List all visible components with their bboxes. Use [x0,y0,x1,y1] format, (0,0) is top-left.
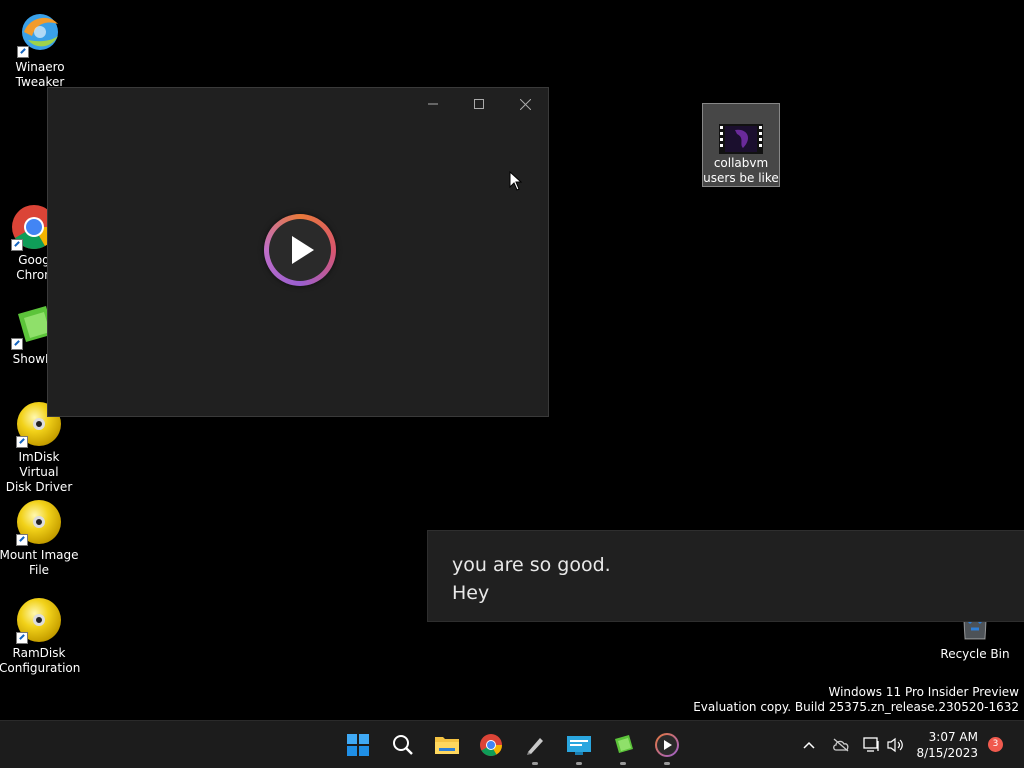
network-icon [863,737,879,752]
taskbar: 3:07 AM 8/15/2023 3 [0,720,1024,768]
maximize-button[interactable] [456,88,502,120]
close-button[interactable] [502,88,548,120]
play-icon[interactable] [264,214,336,286]
mount-image-icon [15,498,63,546]
shortcut-arrow-icon [17,46,29,58]
running-indicator [620,762,626,765]
shortcut-arrow-icon [16,632,28,644]
taskbar-chrome[interactable] [471,721,511,768]
notification-badge[interactable]: 3 [988,737,1003,752]
maximize-icon [474,99,484,109]
shortcut-arrow-icon [11,338,23,350]
desktop-icon-collabvm-users-be-like[interactable]: collabvm users be like [702,103,780,187]
running-indicator [664,762,670,765]
evaluation-watermark: Windows 11 Pro Insider Preview Evaluatio… [693,685,1019,715]
taskbar-showmore[interactable] [603,721,643,768]
caption-line: Hey [452,582,490,604]
desktop-icon-label: Recycle Bin [940,647,1010,661]
taskbar-clock[interactable]: 3:07 AM 8/15/2023 [916,729,978,761]
desktop-icon-label: RamDisk [12,646,66,660]
minimize-icon [428,103,438,105]
running-indicator [576,762,582,765]
running-indicator [532,762,538,765]
shortcut-arrow-icon [16,534,28,546]
winaero-icon [16,10,64,58]
mouse-cursor-icon [509,171,523,191]
window-controls [410,88,548,120]
shortcut-arrow-icon [16,436,28,448]
chevron-up-icon [803,741,815,749]
cloud-offline-icon [833,738,849,752]
onedrive-tray-button[interactable] [831,735,851,755]
watermark-line: Evaluation copy. Build 25375.zn_release.… [693,700,1019,714]
taskbar-remote-desktop[interactable] [559,721,599,768]
media-player-icon [655,732,679,757]
desktop-icon-label: File [28,563,50,577]
taskbar-pen-tool[interactable] [515,721,555,768]
desktop-icon-label: ImDisk Virtual [18,450,60,479]
desktop: Winaero Tweaker Goog Chron ShowM ImDisk … [0,0,1024,720]
ramdisk-icon [15,596,63,644]
taskbar-media-player[interactable] [647,721,687,768]
volume-tray-button[interactable] [886,735,906,755]
desktop-icon-label: Winaero [15,60,65,74]
desktop-icon-mount-image-file[interactable]: Mount Image File [0,498,79,578]
pen-tool-icon [527,737,543,755]
shortcut-arrow-icon [11,239,23,251]
desktop-icon-winaero-tweaker[interactable]: Winaero Tweaker [0,10,80,90]
file-explorer-icon [435,736,459,754]
network-tray-button[interactable] [862,735,882,755]
taskbar-file-explorer[interactable] [427,721,467,768]
video-file-icon [717,118,765,162]
volume-icon [887,737,903,753]
remote-desktop-icon [567,735,591,755]
showmore-icon [615,734,633,753]
clock-time: 3:07 AM [928,730,978,744]
show-hidden-icons-button[interactable] [799,735,819,755]
start-button[interactable] [338,721,378,768]
close-icon [519,98,531,110]
desktop-icon-label: users be like [703,171,779,185]
desktop-icon-label: Mount Image [0,548,79,562]
desktop-icon-ramdisk-configuration[interactable]: RamDisk Configuration [0,596,81,676]
chrome-icon [480,733,502,756]
caption-box: you are so good. Hey [427,530,1024,622]
media-player-window[interactable] [47,87,549,417]
taskbar-search-button[interactable] [383,721,423,768]
desktop-icon-label: Configuration [0,661,81,675]
caption-line: you are so good. [452,554,611,576]
desktop-icon-label: Disk Driver [5,480,73,494]
clock-date: 8/15/2023 [916,746,978,760]
minimize-button[interactable] [410,88,456,120]
search-icon [393,734,413,755]
start-icon [347,733,369,756]
watermark-line: Windows 11 Pro Insider Preview [828,685,1019,699]
